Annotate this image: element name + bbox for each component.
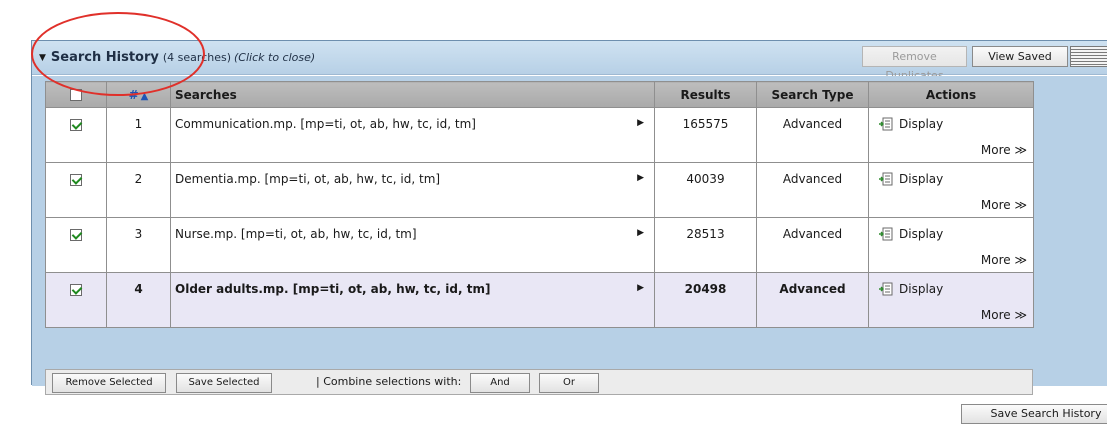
display-results-icon[interactable]: [879, 172, 893, 186]
table-row[interactable]: 3 Nurse.mp. [mp=ti, ot, ab, hw, tc, id, …: [45, 217, 1034, 273]
table-row[interactable]: 4 Older adults.mp. [mp=ti, ot, ab, hw, t…: [45, 272, 1034, 328]
actions-cell: Display More ≫: [868, 217, 1034, 273]
search-count: (4 searches): [162, 51, 232, 64]
search-type: Advanced: [756, 162, 869, 218]
search-query[interactable]: Dementia.mp. [mp=ti, ot, ab, hw, tc, id,…: [175, 172, 440, 186]
search-type: Advanced: [756, 107, 869, 163]
collapse-triangle-icon[interactable]: ▼: [39, 53, 46, 63]
actions-cell: Display More ≫: [868, 107, 1034, 163]
row-select-cell[interactable]: [45, 162, 107, 218]
row-checkbox[interactable]: [70, 173, 82, 186]
select-all-checkbox[interactable]: [70, 89, 82, 101]
list-view-icon[interactable]: [1070, 46, 1107, 67]
more-actions-link[interactable]: More ≫: [981, 198, 1027, 212]
sort-ascending-icon[interactable]: ▲: [141, 91, 149, 102]
row-select-cell[interactable]: [45, 272, 107, 328]
expand-arrow-icon[interactable]: ▶: [637, 228, 644, 238]
remove-selected-button[interactable]: Remove Selected: [52, 373, 166, 393]
remove-duplicates-button[interactable]: Remove Duplicates: [862, 46, 967, 82]
search-history-rows: 1 Communication.mp. [mp=ti, ot, ab, hw, …: [45, 107, 1034, 328]
search-query-cell[interactable]: Dementia.mp. [mp=ti, ot, ab, hw, tc, id,…: [170, 162, 655, 218]
row-number: 2: [106, 162, 171, 218]
search-history-panel: ▼ Search History (4 searches) (Click to clo…: [31, 40, 1107, 424]
search-query[interactable]: Older adults.mp. [mp=ti, ot, ab, hw, tc,…: [175, 282, 490, 296]
expand-arrow-icon[interactable]: ▶: [637, 283, 644, 293]
click-to-close-hint[interactable]: (Click to close): [234, 51, 315, 64]
search-history-toggle[interactable]: ▼ Search History (4 searches) (Click to clo…: [39, 50, 315, 65]
table-row[interactable]: 1 Communication.mp. [mp=ti, ot, ab, hw, …: [45, 107, 1034, 163]
expand-arrow-icon[interactable]: ▶: [637, 173, 644, 183]
column-header-number[interactable]: # ▲: [106, 81, 171, 108]
search-type: Advanced: [756, 217, 869, 273]
row-checkbox[interactable]: [70, 228, 82, 241]
more-actions-link[interactable]: More ≫: [981, 253, 1027, 267]
search-history-header[interactable]: ▼ Search History (4 searches) (Click to clo…: [32, 41, 1107, 82]
combine-selections-label: | Combine selections with:: [316, 375, 462, 388]
search-query[interactable]: Nurse.mp. [mp=ti, ot, ab, hw, tc, id, tm…: [175, 227, 417, 241]
column-header-search-type: Search Type: [756, 81, 869, 108]
display-results-icon[interactable]: [879, 227, 893, 241]
selection-toolbar: Remove Selected Save Selected | Combine …: [45, 369, 1033, 395]
search-query[interactable]: Communication.mp. [mp=ti, ot, ab, hw, tc…: [175, 117, 476, 131]
results-count[interactable]: 40039: [654, 162, 757, 218]
results-count[interactable]: 28513: [654, 217, 757, 273]
row-checkbox[interactable]: [70, 283, 82, 296]
bottom-action-area: Save Search History: [32, 396, 1107, 424]
table-row[interactable]: 2 Dementia.mp. [mp=ti, ot, ab, hw, tc, i…: [45, 162, 1034, 218]
column-header-results: Results: [654, 81, 757, 108]
section-title[interactable]: Search History: [51, 50, 159, 65]
more-actions-link[interactable]: More ≫: [981, 308, 1027, 322]
row-select-cell[interactable]: [45, 217, 107, 273]
row-checkbox[interactable]: [70, 118, 82, 131]
display-action[interactable]: Display: [879, 172, 943, 186]
display-results-icon[interactable]: [879, 282, 893, 296]
view-saved-button[interactable]: View Saved: [972, 46, 1068, 67]
display-action[interactable]: Display: [879, 117, 943, 131]
results-count[interactable]: 20498: [654, 272, 757, 328]
search-query-cell[interactable]: Communication.mp. [mp=ti, ot, ab, hw, tc…: [170, 107, 655, 163]
display-action[interactable]: Display: [879, 227, 943, 241]
save-selected-button[interactable]: Save Selected: [176, 373, 272, 393]
display-action[interactable]: Display: [879, 282, 943, 296]
save-search-history-button[interactable]: Save Search History: [961, 404, 1107, 424]
table-header-row: # ▲ Searches Results Search Type Actions: [45, 81, 1034, 108]
column-header-searches: Searches: [170, 81, 655, 108]
search-query-cell[interactable]: Nurse.mp. [mp=ti, ot, ab, hw, tc, id, tm…: [170, 217, 655, 273]
row-number: 1: [106, 107, 171, 163]
display-label[interactable]: Display: [899, 172, 943, 186]
results-count[interactable]: 165575: [654, 107, 757, 163]
search-type: Advanced: [756, 272, 869, 328]
column-header-actions: Actions: [868, 81, 1034, 108]
actions-cell: Display More ≫: [868, 272, 1034, 328]
combine-or-button[interactable]: Or: [539, 373, 599, 393]
row-number: 3: [106, 217, 171, 273]
search-history-content: # ▲ Searches Results Search Type Actions …: [32, 76, 1107, 424]
search-query-cell[interactable]: Older adults.mp. [mp=ti, ot, ab, hw, tc,…: [170, 272, 655, 328]
display-label[interactable]: Display: [899, 117, 943, 131]
select-all-header[interactable]: [45, 81, 107, 108]
more-actions-link[interactable]: More ≫: [981, 143, 1027, 157]
combine-and-button[interactable]: And: [470, 373, 530, 393]
search-history-table: # ▲ Searches Results Search Type Actions …: [45, 81, 1034, 328]
expand-arrow-icon[interactable]: ▶: [637, 118, 644, 128]
row-number: 4: [106, 272, 171, 328]
display-label[interactable]: Display: [899, 227, 943, 241]
display-results-icon[interactable]: [879, 117, 893, 131]
display-label[interactable]: Display: [899, 282, 943, 296]
row-select-cell[interactable]: [45, 107, 107, 163]
actions-cell: Display More ≫: [868, 162, 1034, 218]
